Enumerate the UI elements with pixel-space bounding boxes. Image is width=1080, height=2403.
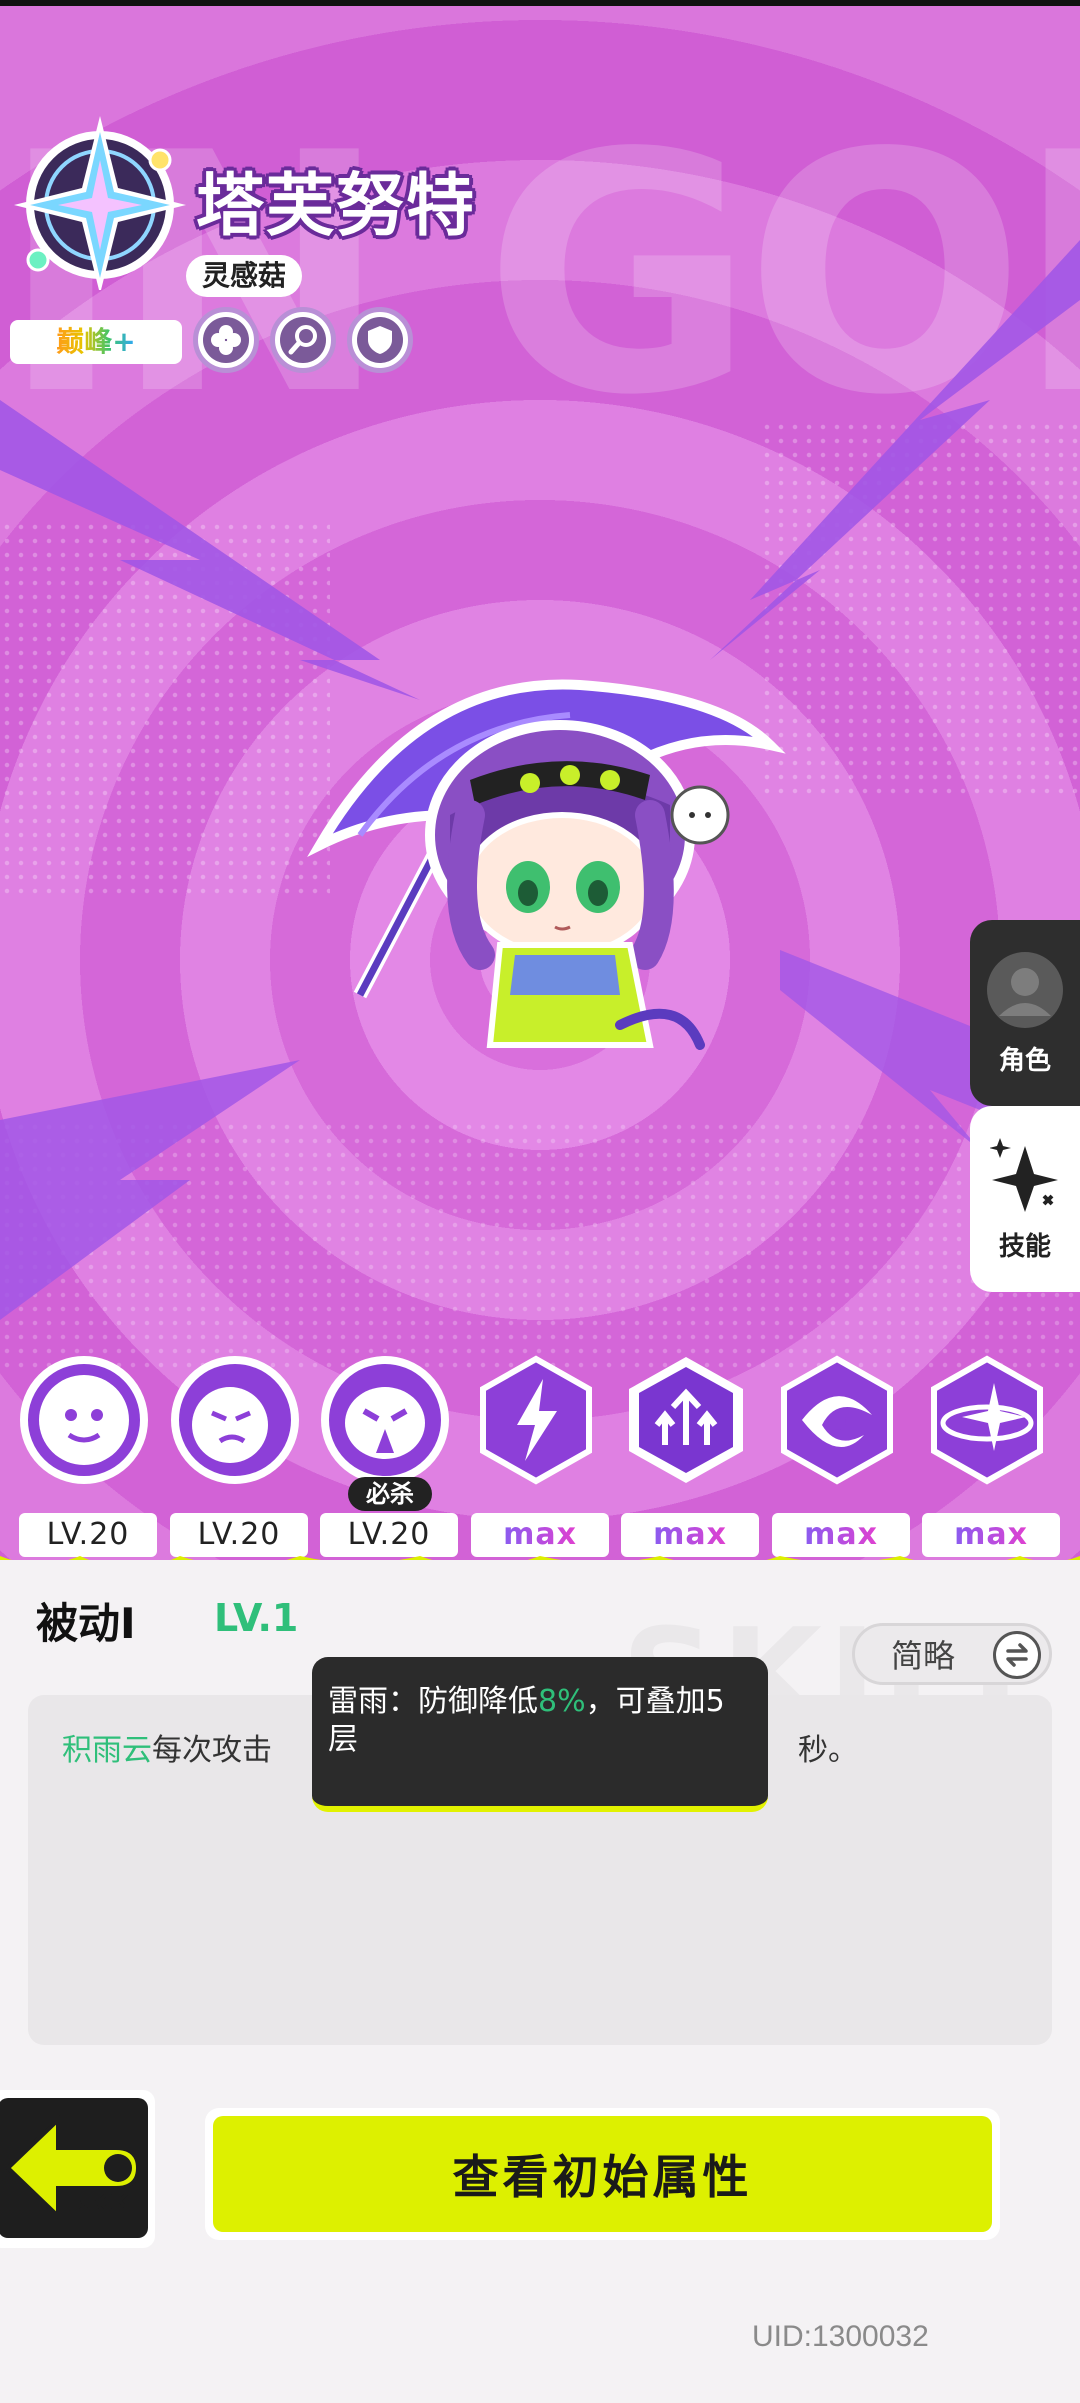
clover-icon bbox=[211, 325, 241, 355]
lightning-streak-bottom-left bbox=[0, 1060, 300, 1320]
side-tab-group: 角色 技能 bbox=[970, 920, 1080, 1292]
character-name: 塔芙努特 bbox=[196, 167, 477, 246]
back-label: BACK bbox=[68, 2190, 129, 2214]
user-id: UID:1300032 bbox=[752, 2320, 929, 2353]
tab-character-label: 角色 bbox=[998, 1045, 1051, 1076]
skill-slot[interactable]: max bbox=[471, 1355, 621, 1557]
trait-magnifier-button[interactable] bbox=[270, 307, 336, 373]
skill-description: 积雨云每次攻击 bbox=[62, 1725, 272, 1769]
back-arrow-icon bbox=[5, 2115, 141, 2221]
back-button-face: BACK bbox=[0, 2098, 148, 2238]
rising-arrows-icon bbox=[629, 1357, 743, 1483]
rank-badge: 巅峰+ bbox=[10, 320, 182, 364]
faction-tag: 灵感菇 bbox=[186, 255, 303, 297]
character-stage: IN GOD 塔芙努特 灵感菇 巅峰+ bbox=[0, 0, 1080, 1560]
tooltip-prefix: 雷雨：防御降低 bbox=[328, 1684, 538, 1719]
star-orbit-icon bbox=[931, 1355, 1043, 1485]
swap-icon bbox=[993, 1631, 1041, 1679]
sparkle-icon bbox=[990, 1137, 1058, 1212]
tooltip-value: 8% bbox=[538, 1684, 586, 1719]
rank-label: 巅峰+ bbox=[56, 325, 136, 358]
lightning-streak-left bbox=[0, 400, 420, 700]
shield-icon bbox=[368, 326, 392, 354]
view-base-stats-button[interactable]: 查看初始属性 bbox=[205, 2108, 1000, 2240]
keyword-tooltip: 雷雨：防御降低8%，可叠加5层 bbox=[312, 1657, 768, 1812]
skill-slot[interactable]: max bbox=[772, 1355, 922, 1557]
angry-cloud-icon bbox=[171, 1356, 299, 1484]
keyword-link[interactable]: 积雨云 bbox=[62, 1733, 152, 1768]
tab-skills-label: 技能 bbox=[998, 1231, 1051, 1262]
description-tail: 秒。 bbox=[798, 1733, 858, 1768]
avatar-icon bbox=[987, 951, 1063, 1028]
skill-slot[interactable]: LV.20 bbox=[19, 1355, 169, 1557]
splash-face-icon bbox=[20, 1356, 148, 1484]
trait-shield-button[interactable] bbox=[347, 307, 413, 373]
character-sprite bbox=[307, 679, 786, 1050]
tab-skills[interactable]: 技能 bbox=[970, 1106, 1080, 1292]
skill-title: 被动Ⅰ bbox=[36, 1599, 136, 1648]
description-text: 每次攻击 bbox=[152, 1733, 272, 1768]
skill-slot[interactable]: max bbox=[922, 1355, 1072, 1557]
skill-slot-selected[interactable]: max bbox=[621, 1355, 771, 1557]
magnifier-icon bbox=[288, 325, 317, 355]
view-base-stats-label: 查看初始属性 bbox=[213, 2116, 992, 2232]
tab-character[interactable]: 角色 bbox=[970, 920, 1080, 1106]
lightning-streak-right bbox=[710, 240, 1080, 660]
simple-mode-label: 简略 bbox=[891, 1637, 956, 1675]
trait-clover-button[interactable] bbox=[193, 307, 259, 373]
simple-mode-toggle[interactable]: 简略 bbox=[852, 1623, 1052, 1685]
skill-slot[interactable]: LV.20 bbox=[170, 1355, 320, 1557]
ultimate-tag: 必杀 bbox=[348, 1477, 432, 1511]
status-strip bbox=[0, 0, 1080, 6]
back-button[interactable]: BACK bbox=[0, 2090, 155, 2248]
skill-slot[interactable]: LV.20 bbox=[320, 1355, 470, 1557]
storm-face-icon bbox=[321, 1356, 449, 1484]
lightning-badge-icon bbox=[480, 1355, 592, 1485]
rank-emblem-icon bbox=[14, 116, 186, 290]
vortex-icon bbox=[781, 1355, 893, 1485]
skill-detail-panel: SKILL 被动Ⅰ LV.1 简略 积雨云每次攻击 秒。 雷雨：防御降低8%，可… bbox=[0, 1560, 1080, 2403]
skill-level: LV.1 bbox=[214, 1596, 299, 1640]
